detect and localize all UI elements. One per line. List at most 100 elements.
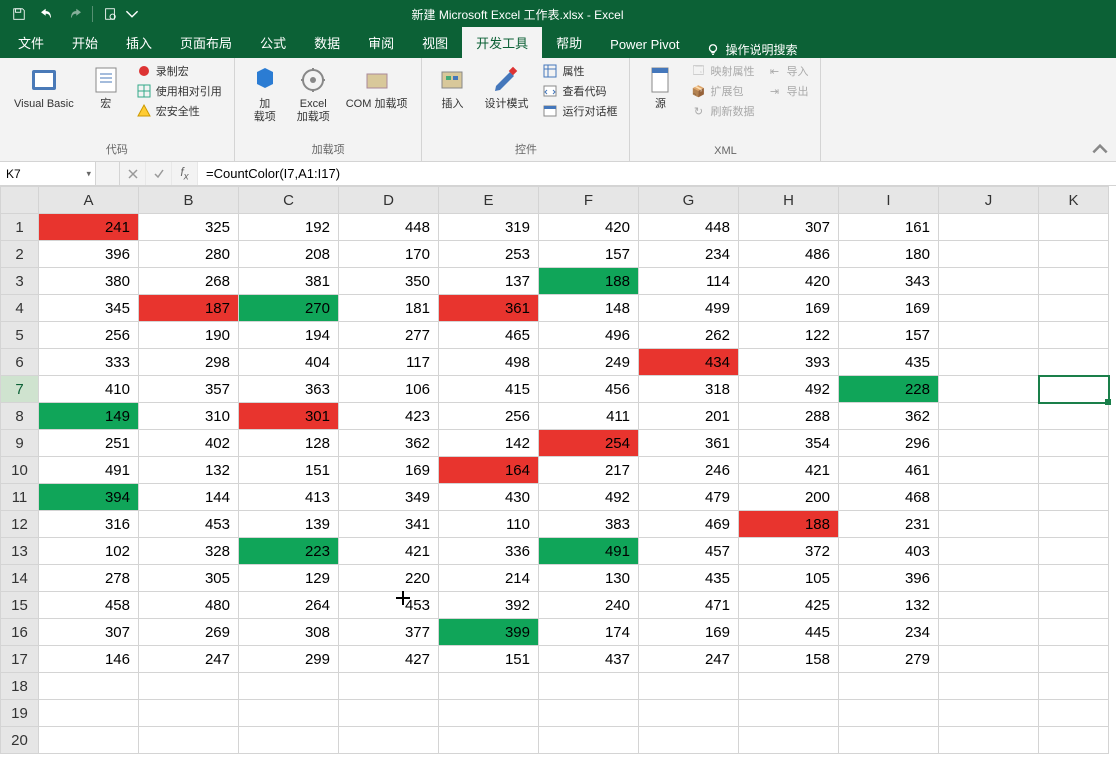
cell-K17[interactable] xyxy=(1039,646,1109,673)
cell-E18[interactable] xyxy=(439,673,539,700)
tab-data[interactable]: 数据 xyxy=(300,27,354,58)
row-header-9[interactable]: 9 xyxy=(1,430,39,457)
cell-B4[interactable]: 187 xyxy=(139,295,239,322)
cell-B11[interactable]: 144 xyxy=(139,484,239,511)
cell-A17[interactable]: 146 xyxy=(39,646,139,673)
tell-me-search[interactable]: 操作说明搜索 xyxy=(706,41,798,58)
cell-C1[interactable]: 192 xyxy=(239,214,339,241)
cell-D10[interactable]: 169 xyxy=(339,457,439,484)
row-header-10[interactable]: 10 xyxy=(1,457,39,484)
cell-D16[interactable]: 377 xyxy=(339,619,439,646)
cell-B16[interactable]: 269 xyxy=(139,619,239,646)
cell-A7[interactable]: 410 xyxy=(39,376,139,403)
cell-B13[interactable]: 328 xyxy=(139,538,239,565)
cell-K12[interactable] xyxy=(1039,511,1109,538)
row-header-8[interactable]: 8 xyxy=(1,403,39,430)
cell-G19[interactable] xyxy=(639,700,739,727)
cell-C14[interactable]: 129 xyxy=(239,565,339,592)
cell-A6[interactable]: 333 xyxy=(39,349,139,376)
cell-B2[interactable]: 280 xyxy=(139,241,239,268)
cell-I17[interactable]: 279 xyxy=(839,646,939,673)
view-code-button[interactable]: 查看代码 xyxy=(538,82,621,100)
row-header-4[interactable]: 4 xyxy=(1,295,39,322)
cell-B19[interactable] xyxy=(139,700,239,727)
cell-E16[interactable]: 399 xyxy=(439,619,539,646)
cell-E9[interactable]: 142 xyxy=(439,430,539,457)
cell-G9[interactable]: 361 xyxy=(639,430,739,457)
cell-F9[interactable]: 254 xyxy=(539,430,639,457)
cell-F2[interactable]: 157 xyxy=(539,241,639,268)
cell-G14[interactable]: 435 xyxy=(639,565,739,592)
cell-K1[interactable] xyxy=(1039,214,1109,241)
cell-F5[interactable]: 496 xyxy=(539,322,639,349)
cell-I3[interactable]: 343 xyxy=(839,268,939,295)
row-header-7[interactable]: 7 xyxy=(1,376,39,403)
cell-J16[interactable] xyxy=(939,619,1039,646)
cell-I13[interactable]: 403 xyxy=(839,538,939,565)
cell-E20[interactable] xyxy=(439,727,539,754)
cell-F19[interactable] xyxy=(539,700,639,727)
cell-K14[interactable] xyxy=(1039,565,1109,592)
cell-H15[interactable]: 425 xyxy=(739,592,839,619)
cell-I5[interactable]: 157 xyxy=(839,322,939,349)
cell-C3[interactable]: 381 xyxy=(239,268,339,295)
cell-K19[interactable] xyxy=(1039,700,1109,727)
cell-E12[interactable]: 110 xyxy=(439,511,539,538)
column-header-B[interactable]: B xyxy=(139,187,239,214)
cell-B9[interactable]: 402 xyxy=(139,430,239,457)
excel-addins-button[interactable]: Excel 加载项 xyxy=(291,62,336,126)
cell-F12[interactable]: 383 xyxy=(539,511,639,538)
cell-D20[interactable] xyxy=(339,727,439,754)
cell-F13[interactable]: 491 xyxy=(539,538,639,565)
tab-file[interactable]: 文件 xyxy=(4,27,58,58)
cell-F6[interactable]: 249 xyxy=(539,349,639,376)
cell-B3[interactable]: 268 xyxy=(139,268,239,295)
cell-K18[interactable] xyxy=(1039,673,1109,700)
cell-C15[interactable]: 264 xyxy=(239,592,339,619)
row-header-1[interactable]: 1 xyxy=(1,214,39,241)
cell-C4[interactable]: 270 xyxy=(239,295,339,322)
cell-H8[interactable]: 288 xyxy=(739,403,839,430)
cell-H20[interactable] xyxy=(739,727,839,754)
run-dialog-button[interactable]: 运行对话框 xyxy=(538,102,621,120)
cell-H14[interactable]: 105 xyxy=(739,565,839,592)
cell-K9[interactable] xyxy=(1039,430,1109,457)
cell-I1[interactable]: 161 xyxy=(839,214,939,241)
cell-J17[interactable] xyxy=(939,646,1039,673)
cell-J7[interactable] xyxy=(939,376,1039,403)
cell-H16[interactable]: 445 xyxy=(739,619,839,646)
row-header-17[interactable]: 17 xyxy=(1,646,39,673)
cell-E8[interactable]: 256 xyxy=(439,403,539,430)
cell-K15[interactable] xyxy=(1039,592,1109,619)
cell-G2[interactable]: 234 xyxy=(639,241,739,268)
cell-D4[interactable]: 181 xyxy=(339,295,439,322)
tab-help[interactable]: 帮助 xyxy=(542,27,596,58)
cell-E10[interactable]: 164 xyxy=(439,457,539,484)
row-header-14[interactable]: 14 xyxy=(1,565,39,592)
cell-A1[interactable]: 241 xyxy=(39,214,139,241)
cell-I12[interactable]: 231 xyxy=(839,511,939,538)
cell-F17[interactable]: 437 xyxy=(539,646,639,673)
cell-D19[interactable] xyxy=(339,700,439,727)
cell-H2[interactable]: 486 xyxy=(739,241,839,268)
row-header-3[interactable]: 3 xyxy=(1,268,39,295)
qat-customize-button[interactable] xyxy=(125,2,139,26)
save-button[interactable] xyxy=(6,2,32,26)
cell-A20[interactable] xyxy=(39,727,139,754)
cell-G3[interactable]: 114 xyxy=(639,268,739,295)
cell-C8[interactable]: 301 xyxy=(239,403,339,430)
insert-control-button[interactable]: 插入 xyxy=(430,62,474,113)
cell-G16[interactable]: 169 xyxy=(639,619,739,646)
cell-B15[interactable]: 480 xyxy=(139,592,239,619)
cell-F18[interactable] xyxy=(539,673,639,700)
xml-source-button[interactable]: 源 xyxy=(638,62,682,113)
cell-J10[interactable] xyxy=(939,457,1039,484)
cell-G20[interactable] xyxy=(639,727,739,754)
cell-C10[interactable]: 151 xyxy=(239,457,339,484)
cell-C7[interactable]: 363 xyxy=(239,376,339,403)
worksheet-grid[interactable]: ABCDEFGHIJK12413251924483194204483071612… xyxy=(0,186,1109,754)
macro-security-button[interactable]: 宏安全性 xyxy=(132,102,226,120)
cell-H6[interactable]: 393 xyxy=(739,349,839,376)
cell-I10[interactable]: 461 xyxy=(839,457,939,484)
cell-J20[interactable] xyxy=(939,727,1039,754)
